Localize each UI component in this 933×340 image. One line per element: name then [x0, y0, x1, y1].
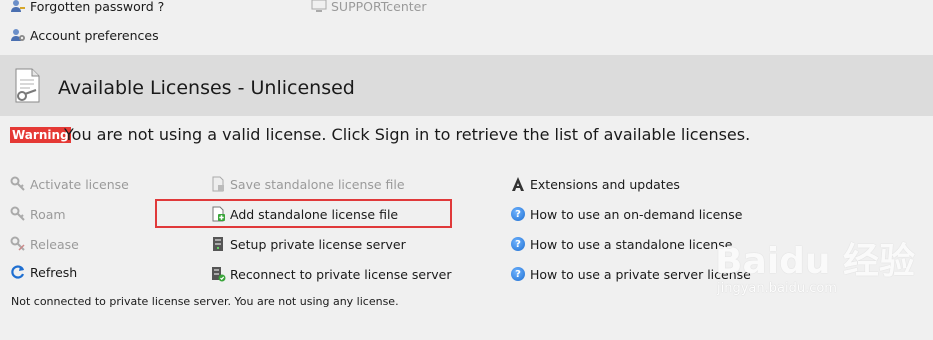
release-button[interactable]: Release [10, 234, 79, 254]
release-label: Release [30, 236, 79, 252]
key-icon [10, 176, 26, 192]
baidu-watermark: Baidu 经验 jingyan.baidu.com [715, 232, 925, 302]
user-key-icon [10, 0, 26, 14]
account-preferences-link[interactable]: Account preferences [10, 25, 159, 45]
extensions-and-updates-link[interactable]: Extensions and updates [510, 174, 680, 194]
setup-private-license-server-label: Setup private license server [230, 236, 406, 252]
reconnect-private-license-server-button[interactable]: Reconnect to private license server [210, 264, 451, 284]
help-icon: ? [510, 206, 526, 222]
roam-button[interactable]: Roam [10, 204, 66, 224]
extensions-logo-icon [510, 176, 526, 192]
key-release-icon [10, 236, 26, 252]
user-settings-icon [10, 27, 26, 43]
forgotten-password-link[interactable]: Forgotten password ? [10, 0, 164, 16]
how-to-on-demand-link[interactable]: ? How to use an on-demand license [510, 204, 742, 224]
help-icon: ? [510, 236, 526, 252]
refresh-button[interactable]: Refresh [10, 262, 77, 282]
save-file-icon [210, 176, 226, 192]
save-standalone-license-label: Save standalone license file [230, 176, 405, 192]
server-icon [210, 236, 226, 252]
warning-message: You are not using a valid license. Click… [64, 125, 751, 144]
how-to-standalone-link[interactable]: ? How to use a standalone license [510, 234, 732, 254]
connection-status-text: Not connected to private license server.… [11, 295, 399, 308]
extensions-and-updates-label: Extensions and updates [530, 176, 680, 192]
page-title: Available Licenses - Unlicensed [58, 77, 355, 99]
setup-private-license-server-button[interactable]: Setup private license server [210, 234, 406, 254]
support-center-label: SUPPORTcenter [331, 0, 427, 14]
roam-label: Roam [30, 206, 66, 222]
activate-license-button[interactable]: Activate license [10, 174, 129, 194]
forgotten-password-label: Forgotten password ? [30, 0, 165, 14]
server-reconnect-icon [210, 266, 226, 282]
account-preferences-label: Account preferences [30, 27, 159, 43]
save-standalone-license-button[interactable]: Save standalone license file [210, 174, 405, 194]
watermark-url-text: jingyan.baidu.com [717, 281, 837, 296]
support-center-link[interactable]: SUPPORTcenter [311, 0, 427, 16]
how-to-on-demand-label: How to use an on-demand license [530, 206, 743, 222]
key-icon [10, 206, 26, 222]
refresh-icon [10, 264, 26, 280]
watermark-main-text: Baidu 经验 [715, 241, 916, 282]
highlight-annotation-box [155, 199, 452, 228]
activate-license-label: Activate license [30, 176, 129, 192]
help-icon: ? [510, 266, 526, 282]
reconnect-private-license-server-label: Reconnect to private license server [230, 266, 452, 282]
license-document-icon [12, 68, 44, 104]
refresh-label: Refresh [30, 264, 78, 280]
warning-badge: Warning [10, 127, 71, 143]
monitor-icon [311, 0, 327, 14]
how-to-standalone-label: How to use a standalone license [530, 236, 733, 252]
